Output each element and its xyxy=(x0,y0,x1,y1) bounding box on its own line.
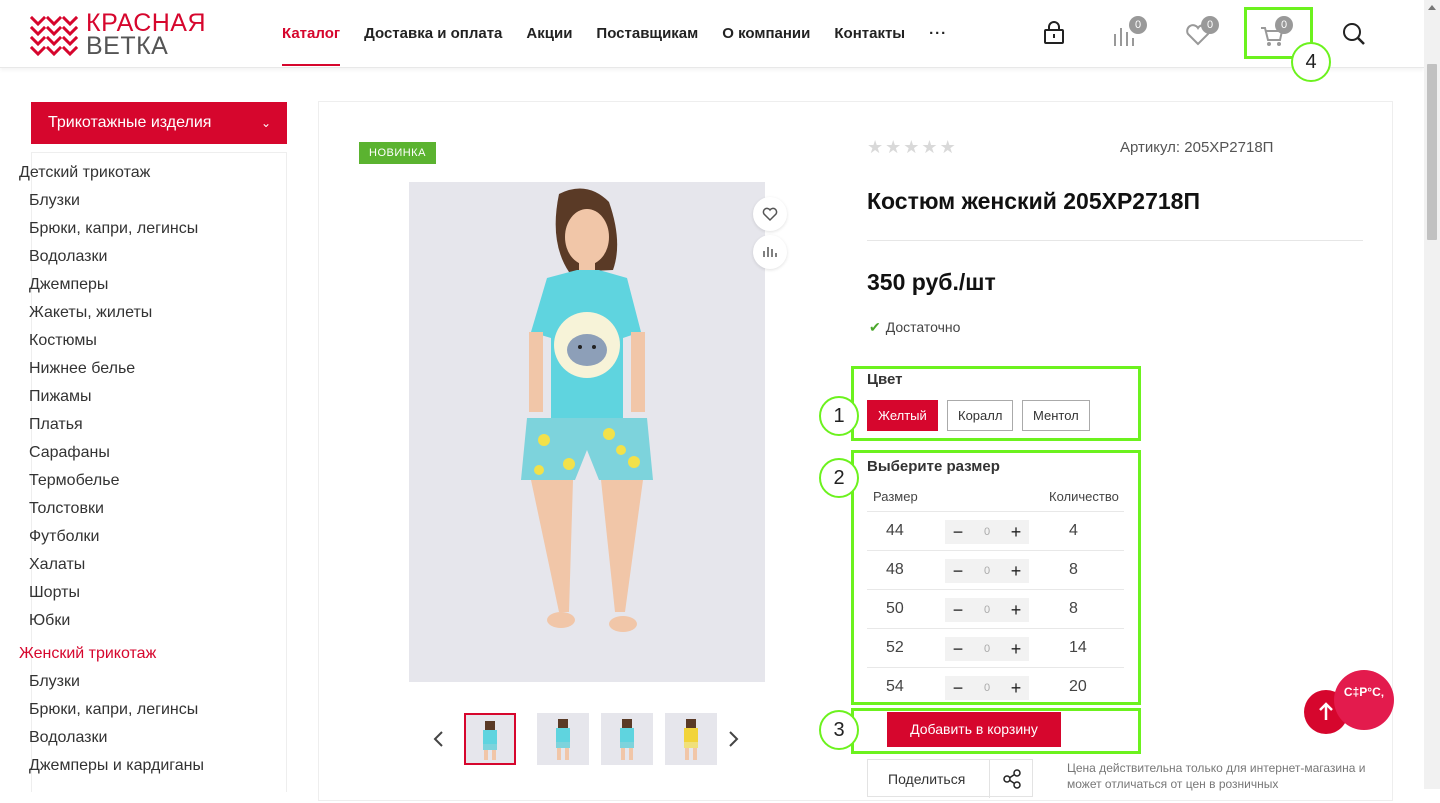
logo-text: КРАСНАЯ ВЕТКА xyxy=(86,11,206,60)
article-number: Артикул: 205ХР2718П xyxy=(1120,139,1274,156)
compare-icon[interactable]: 0 xyxy=(1113,16,1147,48)
search-icon[interactable] xyxy=(1341,20,1369,48)
new-badge: НОВИНКА xyxy=(359,142,436,164)
annotation-2: 2 xyxy=(819,458,859,498)
sidebar-item[interactable]: Брюки, капри, легинсы xyxy=(29,220,198,238)
chevron-down-icon: ⌄ xyxy=(260,116,271,130)
share-label: Поделиться xyxy=(888,771,966,787)
site-header: КРАСНАЯ ВЕТКА Каталог Доставка и оплата … xyxy=(0,0,1424,68)
chevron-left-icon[interactable] xyxy=(429,728,449,750)
sidebar-item[interactable]: Блузки xyxy=(29,673,80,691)
highlight-colors xyxy=(851,366,1141,441)
thumbnail-2[interactable] xyxy=(537,713,589,765)
add-to-compare-button[interactable] xyxy=(753,235,787,269)
product-photo[interactable] xyxy=(409,182,765,682)
scrollbar-thumb[interactable] xyxy=(1427,64,1437,240)
nav-more[interactable]: ··· xyxy=(917,0,959,68)
compare-count-badge: 0 xyxy=(1129,16,1147,34)
thumbnail-3[interactable] xyxy=(601,713,653,765)
share-button[interactable]: Поделиться xyxy=(867,759,1033,798)
heart-icon xyxy=(762,207,778,222)
thumbnail-4[interactable] xyxy=(665,713,717,765)
star-icon[interactable]: ★ xyxy=(940,138,956,156)
rating-stars[interactable]: ★ ★ ★ ★ ★ xyxy=(867,138,956,156)
chat-widget-button[interactable]: С‡Р°С‚ xyxy=(1334,670,1394,730)
nav-about[interactable]: О компании xyxy=(710,0,822,68)
sidebar-item[interactable]: Жакеты, жилеты xyxy=(29,304,152,322)
sidebar-item[interactable]: Джемперы xyxy=(29,276,108,294)
sidebar-item[interactable]: Водолазки xyxy=(29,729,107,747)
scroll-up-arrow[interactable] xyxy=(1428,5,1436,10)
sidebar-item[interactable]: Блузки xyxy=(29,192,80,210)
page-scrollbar[interactable] xyxy=(1424,0,1440,789)
sidebar-item[interactable]: Пижамы xyxy=(29,388,92,406)
heart-icon[interactable]: 0 xyxy=(1185,16,1219,48)
nav-catalog[interactable]: Каталог xyxy=(270,0,352,68)
sidebar-item[interactable]: Джемперы и кардиганы xyxy=(29,757,204,775)
sidebar-item[interactable]: Шорты xyxy=(29,584,80,602)
sidebar-group-kids[interactable]: Детский трикотаж xyxy=(19,164,150,182)
stock-text: Достаточно xyxy=(885,319,961,335)
product-price: 350 руб./шт xyxy=(867,269,996,295)
share-icon[interactable] xyxy=(989,760,1033,798)
chevron-right-icon[interactable] xyxy=(723,728,743,750)
star-icon[interactable]: ★ xyxy=(921,138,937,156)
highlight-sizes xyxy=(851,450,1141,705)
stock-status: ✔ Достаточно xyxy=(869,319,960,336)
annotation-1: 1 xyxy=(819,396,859,436)
category-dropdown[interactable]: Трикотажные изделия ⌄ xyxy=(31,102,287,144)
sidebar-item[interactable]: Термобелье xyxy=(29,472,120,490)
add-to-favorites-button[interactable] xyxy=(753,197,787,231)
annotation-4: 4 xyxy=(1291,42,1331,82)
product-title: Костюм женский 205ХР2718П xyxy=(867,188,1200,214)
lock-icon[interactable] xyxy=(1042,20,1070,48)
sidebar-item[interactable]: Платья xyxy=(29,416,83,434)
sidebar-item[interactable]: Костюмы xyxy=(29,332,97,350)
compare-icon xyxy=(763,247,777,257)
sidebar-item[interactable]: Водолазки xyxy=(29,248,107,266)
sidebar-group-women[interactable]: Женский трикотаж xyxy=(19,645,156,663)
sidebar-item[interactable]: Юбки xyxy=(29,612,70,630)
price-note: Цена действительна только для интернет-м… xyxy=(1067,761,1366,791)
star-icon[interactable]: ★ xyxy=(903,138,919,156)
nav-promotions[interactable]: Акции xyxy=(514,0,584,68)
main-nav: Каталог Доставка и оплата Акции Поставщи… xyxy=(270,0,959,68)
category-title: Трикотажные изделия xyxy=(48,114,212,131)
nav-delivery[interactable]: Доставка и оплата xyxy=(352,0,514,68)
sidebar-item[interactable]: Нижнее белье xyxy=(29,360,135,378)
divider xyxy=(867,240,1363,241)
nav-suppliers[interactable]: Поставщикам xyxy=(584,0,710,68)
annotation-3: 3 xyxy=(819,710,859,750)
logo-icon xyxy=(30,15,78,57)
sidebar-item[interactable]: Сарафаны xyxy=(29,444,110,462)
model-image xyxy=(521,188,653,632)
thumbnail-1[interactable] xyxy=(464,713,516,765)
sidebar-item[interactable]: Футболки xyxy=(29,528,99,546)
logo-line2: ВЕТКА xyxy=(86,32,169,60)
star-icon[interactable]: ★ xyxy=(867,138,883,156)
sidebar-item[interactable]: Толстовки xyxy=(29,500,104,518)
star-icon[interactable]: ★ xyxy=(885,138,901,156)
favorites-count-badge: 0 xyxy=(1201,16,1219,34)
highlight-add-to-cart xyxy=(851,708,1141,754)
sidebar-item[interactable]: Халаты xyxy=(29,556,85,574)
checkmark-icon: ✔ xyxy=(869,319,881,335)
nav-contacts[interactable]: Контакты xyxy=(822,0,917,68)
sidebar-item[interactable]: Брюки, капри, легинсы xyxy=(29,701,198,719)
logo[interactable]: КРАСНАЯ ВЕТКА xyxy=(30,11,225,60)
